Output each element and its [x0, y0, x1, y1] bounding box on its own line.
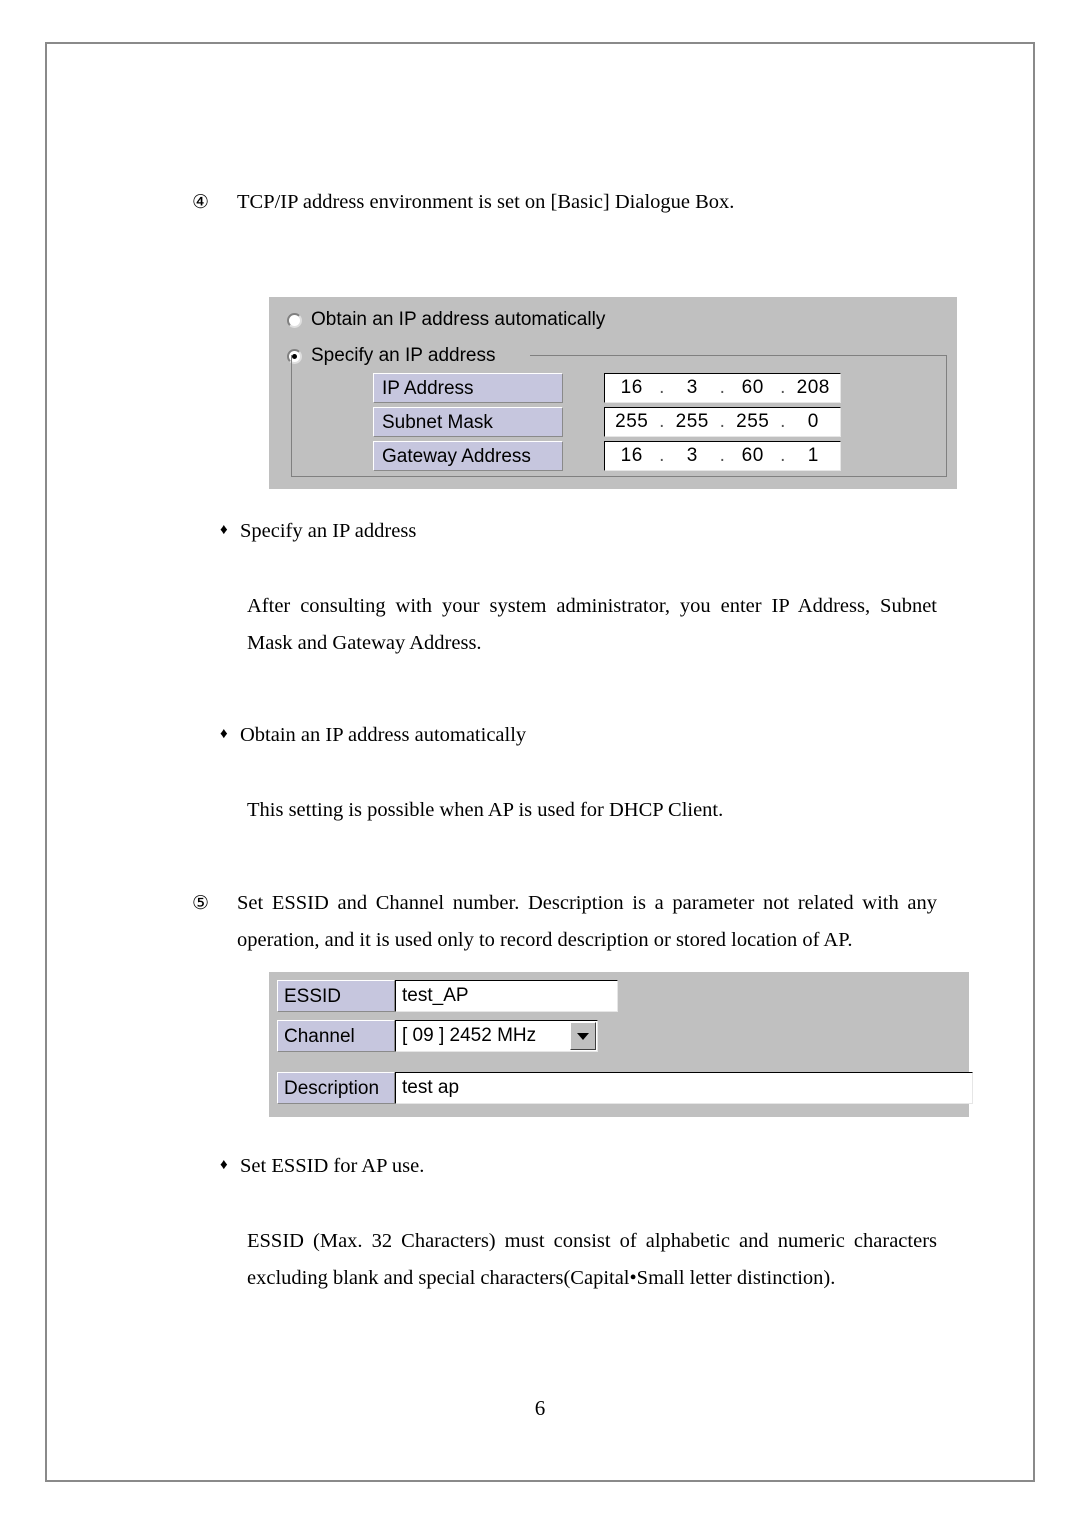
- ip-address-octet-3: 60: [741, 377, 764, 398]
- ip-address-octet-1: 16: [620, 377, 643, 398]
- bullet-specify-ip-heading: ♦ Specify an IP address: [192, 514, 937, 548]
- step-5-text: Set ESSID and Channel number. Descriptio…: [237, 892, 937, 951]
- ip-address-octet-4: 208: [796, 377, 830, 398]
- ip-address-octet-2: 3: [686, 377, 698, 398]
- page-number: 6: [534, 1396, 546, 1420]
- step-4-number: ④: [192, 192, 210, 213]
- subnet-mask-octet-4: 0: [807, 411, 819, 432]
- essid-label: ESSID: [277, 980, 395, 1012]
- channel-field-row: Channel [ 09 ] 2452 MHz: [277, 1020, 598, 1052]
- channel-selected-value: [ 09 ] 2452 MHz: [402, 1025, 537, 1046]
- bullet-set-essid-heading: ♦ Set ESSID for AP use.: [192, 1149, 937, 1183]
- subnet-mask-octet-1: 255: [615, 411, 649, 432]
- step-4-text: TCP/IP address environment is set on [Ba…: [237, 191, 735, 213]
- tcpip-dialog: Obtain an IP address automatically Speci…: [269, 297, 957, 489]
- essid-dialog: ESSID test_AP Channel [ 09 ] 2452 MHz De…: [269, 972, 973, 1117]
- bullet-set-essid-label: Set ESSID for AP use.: [240, 1155, 425, 1177]
- bullet-specify-ip-label: Specify an IP address: [240, 520, 417, 542]
- subnet-mask-octet-3: 255: [736, 411, 770, 432]
- gateway-octet-3: 60: [741, 445, 764, 466]
- page-content: ④ TCP/IP address environment is set on […: [192, 184, 937, 221]
- table-row: Subnet Mask 255 . 255 . 255 . 0: [373, 407, 841, 437]
- radio-obtain-ip-automatically[interactable]: Obtain an IP address automatically: [287, 309, 605, 331]
- channel-label: Channel: [277, 1020, 395, 1052]
- ip-address-label: IP Address: [373, 373, 563, 403]
- diamond-bullet-icon: ♦: [220, 522, 228, 538]
- subnet-mask-octet-2: 255: [675, 411, 709, 432]
- diamond-bullet-icon: ♦: [220, 1157, 228, 1173]
- description-field-row: Description test ap: [277, 1072, 973, 1104]
- ip-separator: .: [659, 377, 665, 398]
- essid-explanations: ♦ Set ESSID for AP use. ESSID (Max. 32 C…: [192, 1149, 937, 1297]
- ip-separator: .: [780, 445, 786, 466]
- ip-separator: .: [659, 411, 665, 432]
- channel-select[interactable]: [ 09 ] 2452 MHz: [395, 1020, 598, 1052]
- ip-separator: .: [780, 377, 786, 398]
- ip-separator: .: [719, 445, 726, 466]
- radio-obtain-label: Obtain an IP address automatically: [311, 309, 606, 330]
- step-5-paragraph: ⑤ Set ESSID and Channel number. Descript…: [192, 885, 937, 959]
- step-4-paragraph: ④ TCP/IP address environment is set on […: [192, 184, 937, 221]
- ip-separator: .: [719, 377, 726, 398]
- bullet-obtain-ip-heading: ♦ Obtain an IP address automatically: [192, 718, 937, 752]
- table-row: Gateway Address 16 . 3 . 60 . 1: [373, 441, 841, 471]
- ip-separator: .: [659, 445, 665, 466]
- gateway-octet-2: 3: [686, 445, 698, 466]
- subnet-mask-input[interactable]: 255 . 255 . 255 . 0: [604, 407, 841, 437]
- bullet-obtain-ip-label: Obtain an IP address automatically: [240, 724, 527, 746]
- essid-input[interactable]: test_AP: [395, 980, 618, 1012]
- chevron-down-icon[interactable]: [570, 1022, 596, 1050]
- page-frame: ④ TCP/IP address environment is set on […: [45, 42, 1035, 1482]
- specify-ip-body-text: After consulting with your system admini…: [247, 595, 937, 654]
- ip-separator: .: [719, 411, 726, 432]
- obtain-ip-body-text: This setting is possible when AP is used…: [247, 799, 724, 821]
- ip-field-table: IP Address 16 . 3 . 60 . 208 Subnet Mask…: [373, 373, 841, 475]
- triangle-glyph: [577, 1032, 589, 1040]
- gateway-octet-1: 16: [620, 445, 643, 466]
- gateway-address-label: Gateway Address: [373, 441, 563, 471]
- description-label: Description: [277, 1072, 395, 1104]
- diamond-bullet-icon: ♦: [220, 726, 228, 742]
- set-essid-body-text: ESSID (Max. 32 Characters) must consist …: [247, 1230, 937, 1289]
- ip-address-input[interactable]: 16 . 3 . 60 . 208: [604, 373, 841, 403]
- description-input[interactable]: test ap: [395, 1072, 973, 1104]
- essid-field-row: ESSID test_AP: [277, 980, 618, 1012]
- subnet-mask-label: Subnet Mask: [373, 407, 563, 437]
- gateway-address-input[interactable]: 16 . 3 . 60 . 1: [604, 441, 841, 471]
- tcpip-explanations: ♦ Specify an IP address After consulting…: [192, 514, 937, 959]
- step-5-number: ⑤: [192, 893, 210, 914]
- group-frame-top-line: [530, 355, 946, 356]
- gateway-octet-4: 1: [807, 445, 819, 466]
- table-row: IP Address 16 . 3 . 60 . 208: [373, 373, 841, 403]
- ip-separator: .: [780, 411, 786, 432]
- radio-button-unchecked-icon[interactable]: [287, 312, 302, 328]
